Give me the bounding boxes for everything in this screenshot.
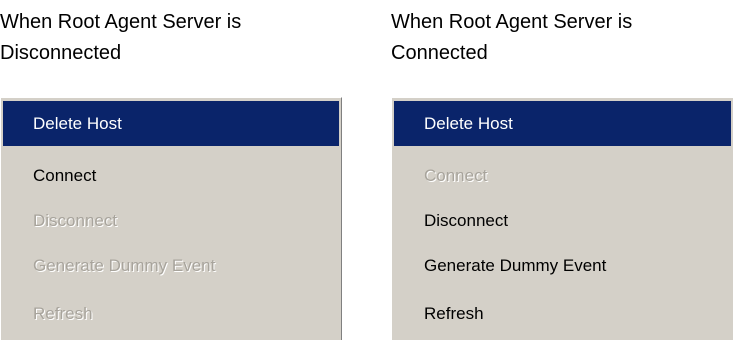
menu-item-connect[interactable]: Connect [394,153,731,198]
menu-item-connect[interactable]: Connect [3,153,339,198]
disconnected-caption: When Root Agent Server is Disconnected [0,11,242,64]
menu-item-delete-host[interactable]: Delete Host [3,101,339,146]
menu-item-disconnect[interactable]: Disconnect [394,198,731,243]
menu-item-generate-dummy-event[interactable]: Generate Dummy Event [394,243,731,288]
menu-item-delete-host[interactable]: Delete Host [394,101,731,146]
context-menu-connected: Delete Host Connect Disconnect Generate … [391,97,733,340]
menu-item-generate-dummy-event[interactable]: Generate Dummy Event [3,243,339,288]
connected-caption: When Root Agent Server is Connected [391,11,633,64]
menu-item-disconnect[interactable]: Disconnect [3,198,339,243]
menu-item-refresh[interactable]: Refresh [394,291,731,336]
context-menu-disconnected: Delete Host Connect Disconnect Generate … [0,97,342,340]
menu-item-refresh[interactable]: Refresh [3,291,339,336]
